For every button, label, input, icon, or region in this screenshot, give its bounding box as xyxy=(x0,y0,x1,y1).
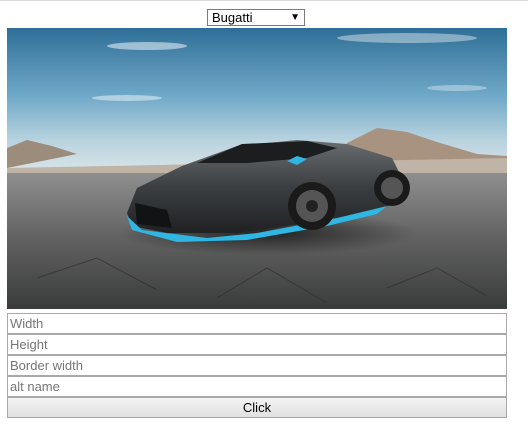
dropdown-arrow-icon: ▼ xyxy=(290,12,300,23)
car-image xyxy=(7,28,507,309)
width-input[interactable]: Width xyxy=(7,313,507,334)
top-divider xyxy=(0,0,528,1)
car-select-value: Bugatti xyxy=(212,10,253,25)
border-width-input[interactable]: Border width xyxy=(7,355,507,376)
click-button[interactable]: Click xyxy=(7,397,507,418)
car-select-dropdown[interactable]: Bugatti ▼ xyxy=(207,9,305,26)
height-input[interactable]: Height xyxy=(7,334,507,355)
car-photo-graphic xyxy=(7,28,507,309)
alt-name-input[interactable]: alt name xyxy=(7,376,507,397)
